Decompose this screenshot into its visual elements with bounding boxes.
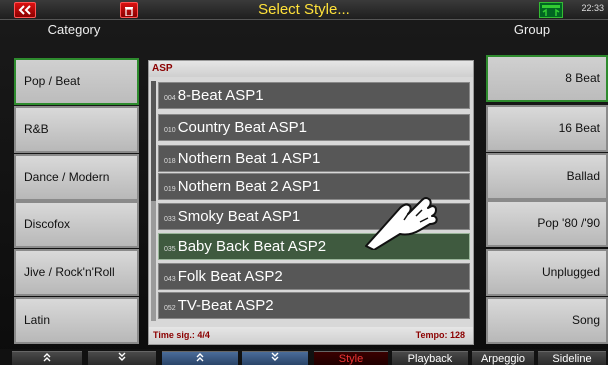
category-button[interactable]: R&B [14, 106, 139, 153]
group-button[interactable]: Pop '80 /'90 [486, 200, 608, 247]
item-name: Country Beat ASP1 [177, 119, 307, 136]
style-button[interactable]: Style [314, 351, 388, 365]
item-number: 019 [164, 186, 176, 193]
item-name: Baby Back Beat ASP2 [177, 238, 327, 255]
bottom-bar: Style Playback Arpeggio Sideline [0, 349, 608, 365]
category-header: Category [47, 22, 101, 37]
category-button[interactable]: Latin [14, 297, 139, 344]
arpeggio-button[interactable]: Arpeggio [472, 351, 534, 365]
double-chevron-up-icon [43, 353, 51, 362]
registration-icon [539, 2, 563, 18]
item-number: 052 [164, 305, 176, 312]
tempo: Tempo: 128 [415, 330, 465, 340]
group-button[interactable]: Unplugged [486, 249, 608, 296]
group-button[interactable]: 16 Beat [486, 105, 608, 152]
list-item[interactable]: 018 Nothern Beat 1 ASP1 [158, 145, 470, 172]
list-down-button[interactable] [242, 351, 308, 365]
list-footer: Time sig.: 4/4 Tempo: 128 [149, 327, 473, 344]
item-number: 004 [164, 95, 176, 102]
style-select-screen: Select Style... 22:33 Category Group Pop… [0, 0, 608, 365]
item-number: 033 [164, 216, 176, 223]
page-title: Select Style... [258, 1, 350, 18]
group-button[interactable]: 8 Beat [486, 55, 608, 102]
list-item[interactable]: 043 Folk Beat ASP2 [158, 263, 470, 290]
list-item[interactable]: 052 TV-Beat ASP2 [158, 292, 470, 319]
group-button[interactable]: Ballad [486, 153, 608, 200]
list-up-button[interactable] [162, 351, 238, 365]
page-up-button[interactable] [12, 351, 82, 365]
top-bar: Select Style... 22:33 [0, 0, 608, 20]
double-chevron-down-icon [118, 352, 126, 361]
item-name: Folk Beat ASP2 [177, 268, 283, 285]
scrollbar-thumb[interactable] [151, 81, 156, 201]
item-number: 010 [164, 127, 176, 134]
page-down-button[interactable] [88, 351, 156, 365]
category-button[interactable]: Dance / Modern [14, 154, 139, 201]
item-number: 043 [164, 276, 176, 283]
double-chevron-down-icon [271, 352, 279, 361]
item-number: 035 [164, 246, 176, 253]
group-header: Group [513, 22, 551, 37]
double-chevron-up-icon [196, 353, 204, 362]
item-name: Smoky Beat ASP1 [177, 208, 301, 225]
item-name: Nothern Beat 1 ASP1 [177, 150, 321, 167]
list-header: ASP [149, 61, 473, 77]
category-button[interactable]: Pop / Beat [14, 58, 139, 105]
item-name: TV-Beat ASP2 [177, 297, 274, 314]
playback-button[interactable]: Playback [392, 351, 468, 365]
item-name: 8-Beat ASP1 [177, 87, 264, 104]
hand-pointer-icon [365, 197, 438, 250]
list-item[interactable]: 004 8-Beat ASP1 [158, 82, 470, 109]
group-button[interactable]: Song [486, 297, 608, 344]
clock: 22:33 [581, 3, 604, 13]
list-item[interactable]: 010 Country Beat ASP1 [158, 114, 470, 141]
time-signature: Time sig.: 4/4 [153, 330, 210, 340]
sideline-button[interactable]: Sideline [538, 351, 606, 365]
category-button[interactable]: Jive / Rock'n'Roll [14, 249, 139, 296]
item-number: 018 [164, 158, 176, 165]
category-button[interactable]: Discofox [14, 201, 139, 248]
item-name: Nothern Beat 2 ASP1 [177, 178, 321, 195]
